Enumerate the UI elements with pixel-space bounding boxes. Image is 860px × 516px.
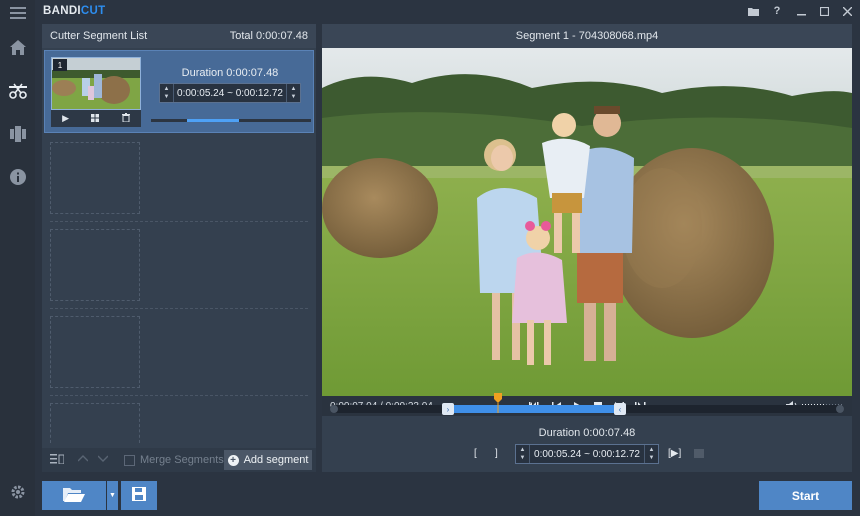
start-button[interactable]: Start — [759, 481, 852, 510]
minimize-icon[interactable] — [793, 3, 809, 19]
play-icon[interactable]: ▶ — [62, 113, 69, 124]
preview-panel: Segment 1 - 704308068.mp4 › ‹ Duration 0… — [322, 24, 852, 472]
clear-list-icon[interactable] — [50, 454, 65, 467]
timeline-track[interactable]: › ‹ — [330, 393, 844, 415]
segment-range-value[interactable]: 0:00:05.24 ~ 0:00:12.72 — [174, 88, 286, 99]
help-icon[interactable]: ? — [769, 3, 785, 19]
timeline-start-marker — [330, 405, 338, 413]
maximize-icon[interactable] — [816, 3, 832, 19]
empty-segment-slot — [50, 403, 140, 443]
video-frame[interactable] — [322, 48, 852, 396]
info-icon[interactable] — [8, 167, 27, 186]
slot-divider — [50, 221, 308, 222]
segment-list-footer: Merge Segments + Add segment — [42, 448, 316, 472]
menu-icon[interactable] — [8, 3, 27, 22]
play-segment-button[interactable]: [▶] — [668, 448, 681, 459]
segment-number: 1 — [53, 59, 67, 71]
start-time-stepper[interactable]: ▲ ▼ — [516, 445, 530, 463]
video-library-icon[interactable] — [8, 124, 27, 143]
segment-list-header: Cutter Segment List Total 0:00:07.48 — [42, 24, 316, 48]
timeline-end-marker — [836, 405, 844, 413]
merge-segments-label: Merge Segments — [140, 454, 224, 466]
empty-segment-slot — [50, 229, 140, 301]
segment-item[interactable]: 1 ▶ Duration 0:00:07.48 ▲ ▼ 0:00:05.24 ~ … — [44, 50, 314, 133]
selection-duration: Duration 0:00:07.48 — [538, 427, 636, 439]
merge-segments-checkbox[interactable]: Merge Segments — [124, 454, 224, 466]
open-file-dropdown[interactable]: ▼ — [107, 481, 118, 510]
slot-divider — [50, 395, 308, 396]
move-down-icon[interactable] — [97, 454, 109, 465]
chevron-down-icon: ▼ — [109, 492, 116, 499]
save-button[interactable] — [121, 481, 157, 510]
add-segment-label: Add segment — [243, 454, 309, 466]
settings-icon[interactable] — [8, 482, 27, 501]
selection-range-field[interactable]: ▲ ▼ 0:00:05.24 ~ 0:00:12.72 ▲ ▼ — [515, 444, 659, 464]
bandicut-window: BANDICUT ? Cutter Segment List Total 0:0… — [0, 0, 860, 516]
folder-icon[interactable] — [745, 3, 761, 19]
empty-segment-slot — [50, 142, 140, 214]
folder-open-icon — [63, 486, 85, 505]
move-up-icon[interactable] — [77, 454, 89, 465]
stop-segment-button[interactable] — [694, 449, 704, 458]
cutter-icon[interactable] — [8, 81, 27, 100]
set-start-button[interactable]: [ — [474, 448, 477, 459]
open-file-button[interactable] — [42, 481, 106, 510]
home-icon[interactable] — [8, 38, 27, 57]
playhead[interactable] — [494, 393, 502, 413]
timeline-selection[interactable] — [448, 405, 620, 413]
save-icon — [132, 487, 146, 504]
slot-divider — [50, 308, 308, 309]
end-handle[interactable]: ‹ — [614, 403, 626, 415]
selection-range-value[interactable]: 0:00:05.24 ~ 0:00:12.72 — [530, 449, 644, 460]
plus-icon: + — [227, 454, 239, 466]
close-icon[interactable] — [839, 3, 855, 19]
segment-position-bar — [151, 119, 311, 122]
empty-segment-slot — [50, 316, 140, 388]
segment-list-title: Cutter Segment List — [50, 30, 148, 42]
segment-range-field[interactable]: ▲ ▼ 0:00:05.24 ~ 0:00:12.72 ▲ ▼ — [159, 83, 301, 103]
segment-total: Total 0:00:07.48 — [229, 30, 308, 42]
app-logo: BANDICUT — [43, 5, 106, 17]
checkbox[interactable] — [124, 454, 135, 466]
segment-list-panel: Cutter Segment List Total 0:00:07.48 1 ▶ — [42, 24, 316, 472]
side-rail — [0, 0, 35, 516]
end-time-stepper[interactable]: ▲ ▼ — [286, 84, 300, 102]
start-handle[interactable]: › — [442, 403, 454, 415]
end-time-stepper[interactable]: ▲ ▼ — [644, 445, 658, 463]
grid-icon[interactable] — [91, 113, 100, 124]
start-time-stepper[interactable]: ▲ ▼ — [160, 84, 174, 102]
trash-icon[interactable] — [121, 113, 130, 124]
set-end-button[interactable]: ] — [495, 448, 498, 459]
segment-thumb-toolbar: ▶ — [51, 110, 141, 127]
segment-duration: Duration 0:00:07.48 — [181, 67, 279, 79]
title-bar: BANDICUT ? — [35, 0, 860, 22]
add-segment-button[interactable]: + Add segment — [224, 450, 312, 470]
preview-title: Segment 1 - 704308068.mp4 — [322, 24, 852, 48]
